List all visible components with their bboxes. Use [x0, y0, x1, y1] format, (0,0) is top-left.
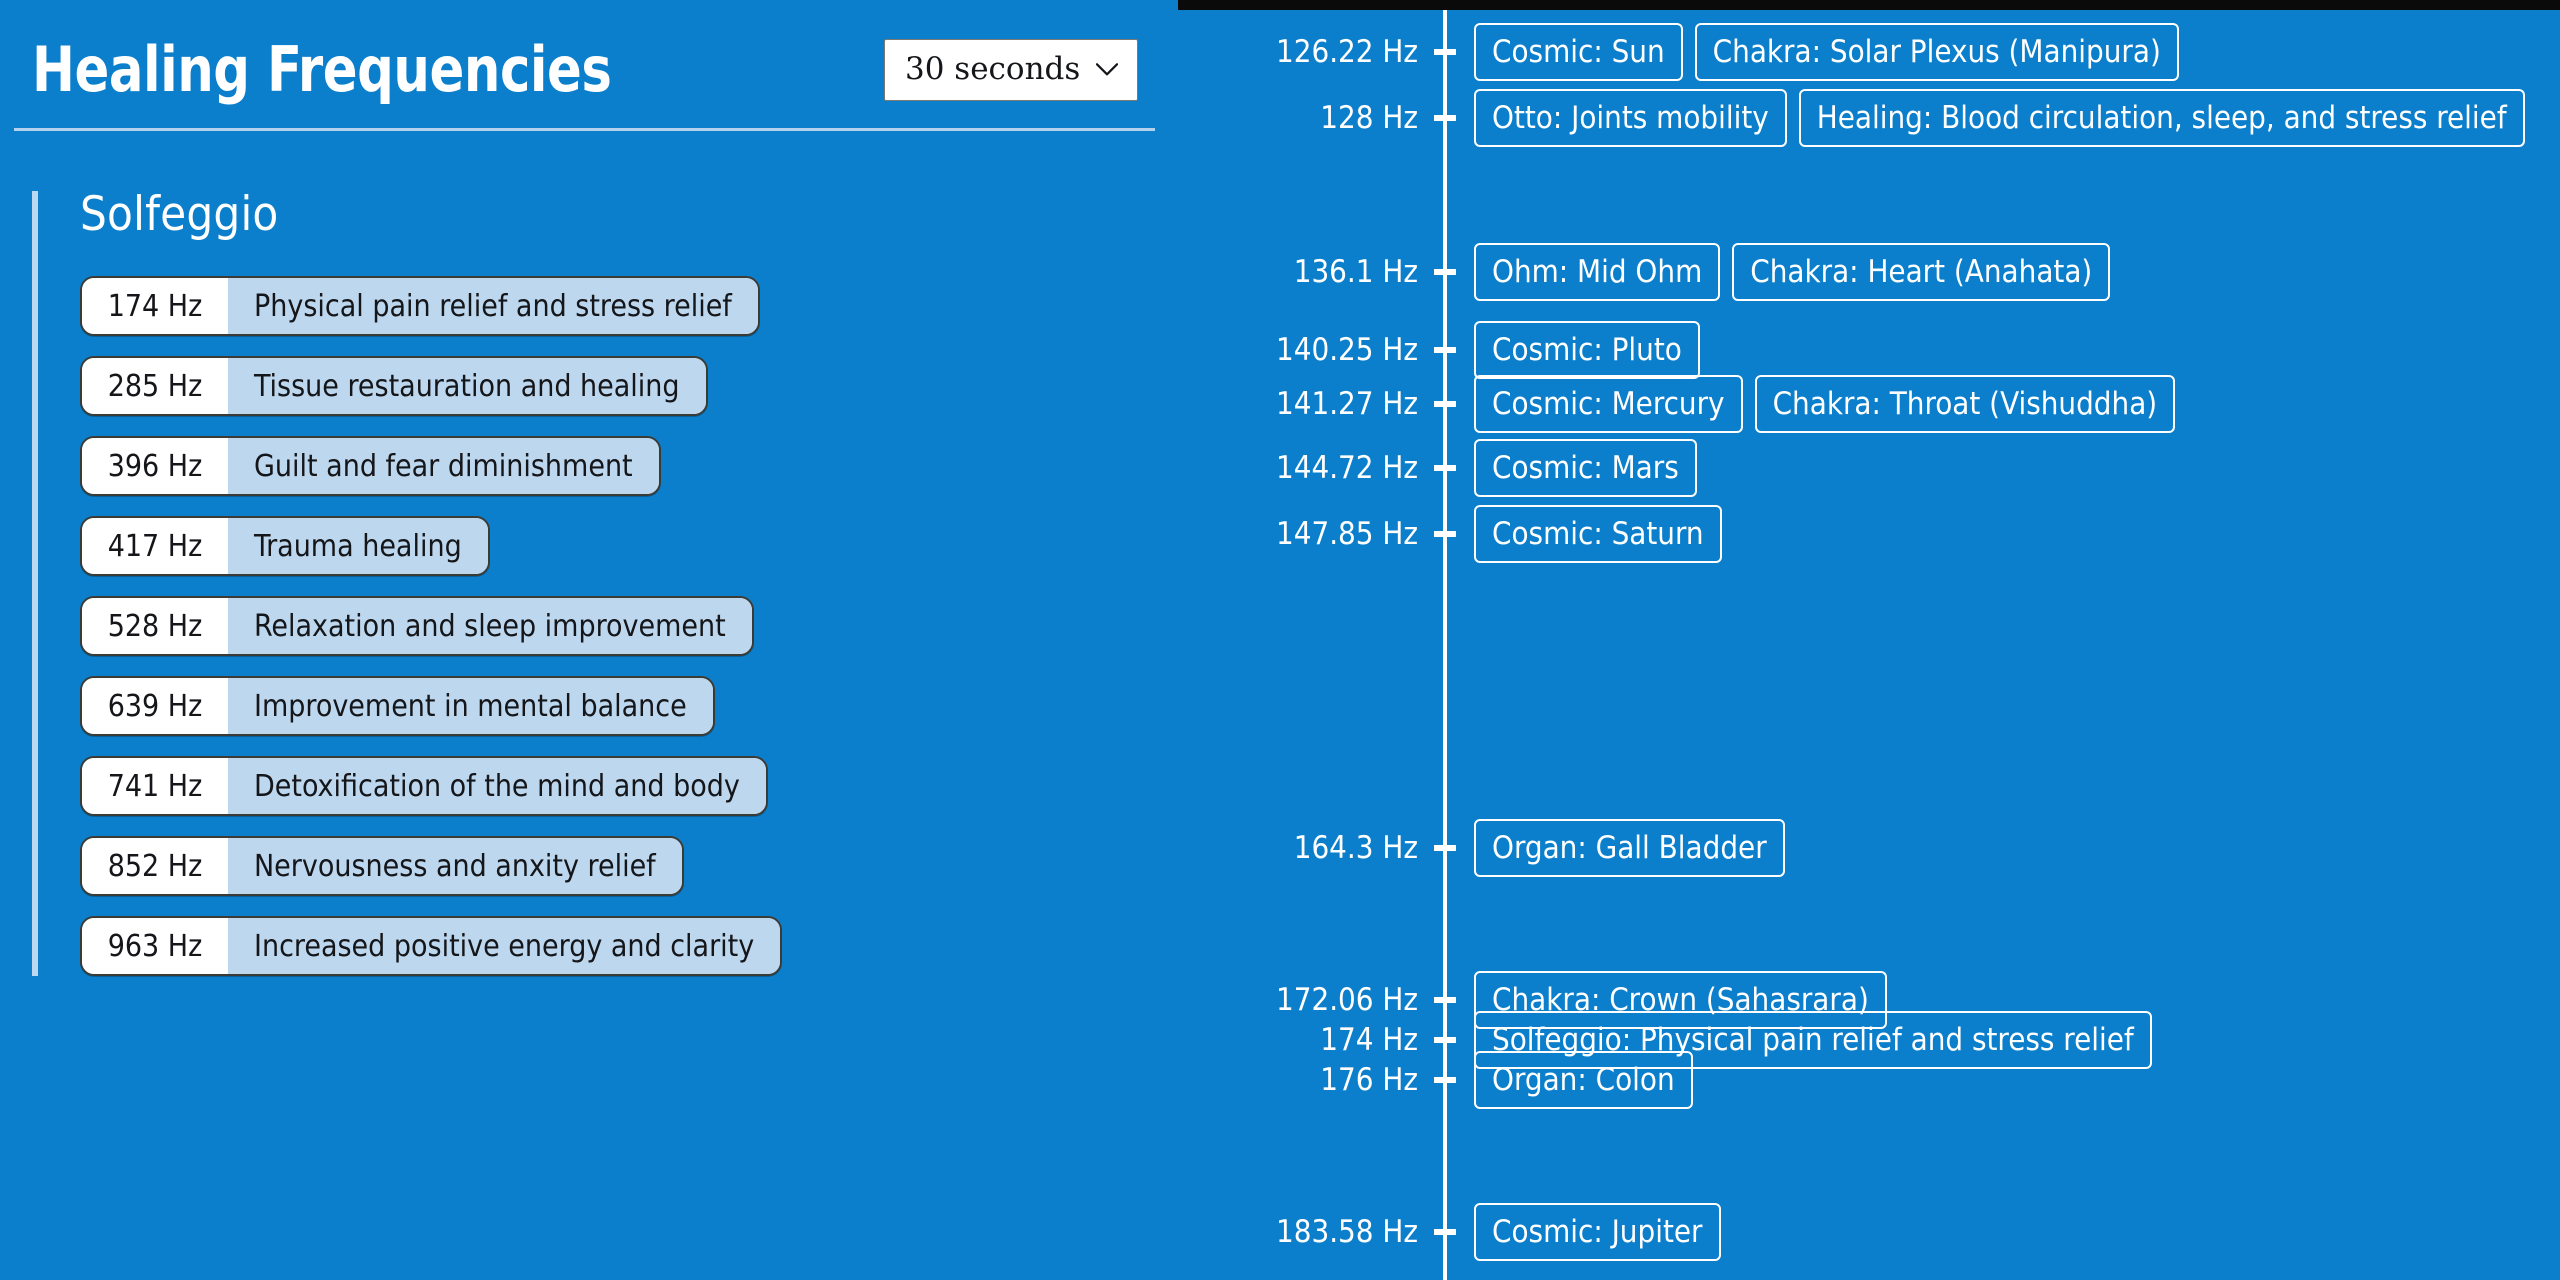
timeline-frequency-label: 141.27 Hz	[1275, 386, 1418, 422]
timeline-tag[interactable]: Chakra: Solar Plexus (Manipura)	[1694, 23, 2179, 81]
timeline-tag-row: Cosmic: Jupiter	[1474, 1201, 1721, 1263]
frequency-description: Guilt and fear diminishment	[228, 438, 659, 494]
timeline-tag-row: Ohm: Mid Ohm Chakra: Heart (Anahata)	[1474, 241, 2111, 303]
timeline-panel: 126.22 Hz Cosmic: Sun Chakra: Solar Plexus…	[1178, 0, 2560, 1280]
timeline-frequency-label: 140.25 Hz	[1275, 332, 1418, 368]
timeline-tick	[1434, 465, 1456, 471]
frequency-pill[interactable]: 174 Hz Physical pain relief and stress re…	[80, 276, 760, 336]
timeline-tick	[1434, 1037, 1456, 1043]
group-accent-bar	[32, 191, 38, 976]
timeline-tick	[1434, 269, 1456, 275]
timeline-frequency-label: 172.06 Hz	[1275, 982, 1418, 1018]
timeline-tag[interactable]: Organ: Gall Bladder	[1474, 819, 1785, 877]
frequency-value: 417 Hz	[82, 518, 228, 574]
timeline-tag-row: Cosmic: Saturn	[1474, 503, 1722, 565]
timeline-tag-row: Otto: Joints mobility Healing: Blood circ…	[1474, 87, 2525, 149]
timeline-tag[interactable]: Cosmic: Mercury	[1474, 375, 1743, 433]
frequency-description: Improvement in mental balance	[228, 678, 713, 734]
timeline-tick	[1434, 1077, 1456, 1083]
timeline-tag[interactable]: Cosmic: Sun	[1474, 23, 1683, 81]
app-header: Healing Frequencies 30 seconds	[0, 0, 1178, 112]
timeline-axis	[1443, 10, 1447, 1280]
timeline-tick	[1434, 845, 1456, 851]
frequency-value: 174 Hz	[82, 278, 228, 334]
timeline-tag-row: Cosmic: Mercury Chakra: Throat (Vishuddha…	[1474, 373, 2176, 435]
timeline-frequency-label: 136.1 Hz	[1293, 254, 1418, 290]
timeline-frequency-label: 144.72 Hz	[1275, 450, 1418, 486]
frequency-pill[interactable]: 528 Hz Relaxation and sleep improvement	[80, 596, 754, 656]
frequency-groups: Solfeggio 174 Hz Physical pain relief and …	[0, 191, 1178, 976]
frequency-pill[interactable]: 639 Hz Improvement in mental balance	[80, 676, 715, 736]
timeline-frequency-label: 183.58 Hz	[1275, 1214, 1418, 1250]
timeline-tag-row: Cosmic: Pluto	[1474, 319, 1700, 381]
timeline-frequency-label: 176 Hz	[1320, 1062, 1418, 1098]
timeline-tag[interactable]: Otto: Joints mobility	[1474, 89, 1787, 147]
timeline-frequency-label: 174 Hz	[1320, 1022, 1418, 1058]
timeline-tag-row: Cosmic: Mars	[1474, 437, 1697, 499]
frequency-pill[interactable]: 396 Hz Guilt and fear diminishment	[80, 436, 661, 496]
timeline-tag[interactable]: Cosmic: Pluto	[1474, 321, 1700, 379]
frequency-description: Tissue restauration and healing	[228, 358, 706, 414]
timeline-tag-row: Organ: Gall Bladder	[1474, 817, 1785, 879]
frequency-group: Solfeggio 174 Hz Physical pain relief and …	[0, 191, 1178, 976]
frequency-value: 741 Hz	[82, 758, 228, 814]
frequency-pill[interactable]: 741 Hz Detoxification of the mind and bod…	[80, 756, 768, 816]
timeline-tag[interactable]: Chakra: Throat (Vishuddha)	[1754, 375, 2176, 433]
frequency-description: Nervousness and anxity relief	[228, 838, 682, 894]
timeline-frequency-label: 128 Hz	[1320, 100, 1418, 136]
timeline-frequency-label: 126.22 Hz	[1275, 34, 1418, 70]
timeline-tag[interactable]: Chakra: Heart (Anahata)	[1732, 243, 2111, 301]
duration-select-wrapper: 30 seconds	[884, 39, 1138, 101]
frequency-pill[interactable]: 963 Hz Increased positive energy and clar…	[80, 916, 783, 976]
frequency-pill[interactable]: 852 Hz Nervousness and anxity relief	[80, 836, 684, 896]
left-panel: Healing Frequencies 30 seconds Solfeggio…	[0, 0, 1178, 1280]
timeline-tag[interactable]: Ohm: Mid Ohm	[1474, 243, 1721, 301]
timeline-tag[interactable]: Cosmic: Saturn	[1474, 505, 1722, 563]
frequency-value: 963 Hz	[82, 918, 228, 974]
frequency-list: 174 Hz Physical pain relief and stress re…	[48, 276, 1178, 976]
app-root: Healing Frequencies 30 seconds Solfeggio…	[0, 0, 2560, 1280]
frequency-value: 285 Hz	[82, 358, 228, 414]
timeline-tick	[1434, 347, 1456, 353]
group-title: Solfeggio	[80, 187, 279, 242]
frequency-value: 396 Hz	[82, 438, 228, 494]
frequency-description: Increased positive energy and clarity	[228, 918, 781, 974]
timeline-tick	[1434, 115, 1456, 121]
timeline-tag[interactable]: Healing: Blood circulation, sleep, and s…	[1798, 89, 2525, 147]
timeline-tag[interactable]: Cosmic: Jupiter	[1474, 1203, 1721, 1261]
frequency-pill[interactable]: 417 Hz Trauma healing	[80, 516, 490, 576]
timeline-frequency-label: 164.3 Hz	[1293, 830, 1418, 866]
timeline-tick	[1434, 49, 1456, 55]
frequency-description: Trauma healing	[228, 518, 488, 574]
frequency-value: 852 Hz	[82, 838, 228, 894]
duration-select[interactable]: 30 seconds	[884, 39, 1138, 101]
timeline-tag[interactable]: Organ: Colon	[1474, 1051, 1693, 1109]
timeline-tag[interactable]: Cosmic: Mars	[1474, 439, 1697, 497]
timeline-tag-row: Cosmic: Sun Chakra: Solar Plexus (Manipur…	[1474, 21, 2179, 83]
timeline-tick	[1434, 997, 1456, 1003]
frequency-value: 528 Hz	[82, 598, 228, 654]
frequency-description: Relaxation and sleep improvement	[228, 598, 752, 654]
frequency-description: Physical pain relief and stress relief	[228, 278, 758, 334]
timeline-tick	[1434, 531, 1456, 537]
frequency-pill[interactable]: 285 Hz Tissue restauration and healing	[80, 356, 708, 416]
timeline-tag-row: Organ: Colon	[1474, 1049, 1693, 1111]
timeline-tick	[1434, 401, 1456, 407]
frequency-description: Detoxification of the mind and body	[228, 758, 766, 814]
frequency-value: 639 Hz	[82, 678, 228, 734]
header-divider	[14, 128, 1155, 131]
timeline-frequency-label: 147.85 Hz	[1275, 516, 1418, 552]
timeline-tick	[1434, 1229, 1456, 1235]
page-title: Healing Frequencies	[32, 33, 612, 106]
